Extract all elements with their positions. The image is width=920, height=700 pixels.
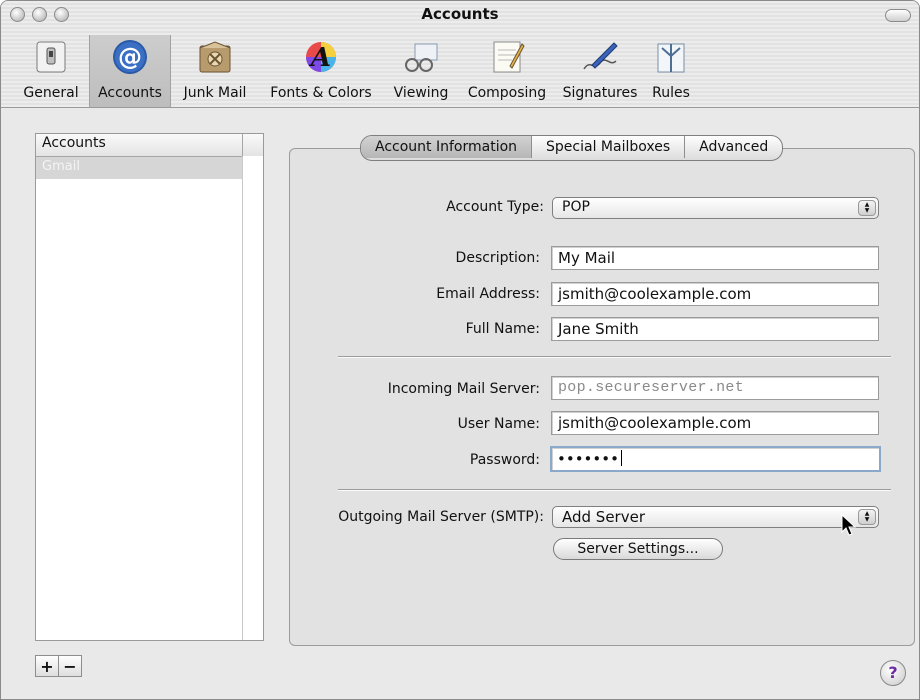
svg-text:A: A xyxy=(308,43,331,73)
account-type-label: Account Type: xyxy=(446,199,544,215)
email-address-field[interactable]: jsmith@coolexample.com xyxy=(551,282,879,306)
rules-icon xyxy=(651,37,691,77)
toolbar-accounts[interactable]: @ Accounts xyxy=(89,35,171,107)
section-divider xyxy=(338,356,891,358)
color-font-icon: A xyxy=(301,37,341,77)
outgoing-server-label: Outgoing Mail Server (SMTP): xyxy=(338,509,544,525)
incoming-server-label: Incoming Mail Server: xyxy=(387,381,540,397)
toolbar-general[interactable]: General xyxy=(13,35,89,107)
window-title: Accounts xyxy=(421,5,499,23)
preferences-window: Accounts General @ Accounts Junk Mail A … xyxy=(0,0,920,700)
switch-icon xyxy=(31,37,71,77)
toolbar-signatures[interactable]: Signatures xyxy=(555,35,645,107)
toolbar-rules[interactable]: Rules xyxy=(645,35,697,107)
junk-mail-icon xyxy=(195,37,235,77)
server-settings-button[interactable]: Server Settings... xyxy=(553,538,723,560)
description-label: Description: xyxy=(455,250,540,266)
svg-text:@: @ xyxy=(118,43,142,71)
pencil-pad-icon xyxy=(487,37,527,77)
full-name-field[interactable]: Jane Smith xyxy=(551,317,879,341)
tab-advanced[interactable]: Advanced xyxy=(684,136,782,158)
select-arrows-icon: ▲ ▼ xyxy=(858,200,876,216)
password-field[interactable]: ••••••• xyxy=(550,446,881,472)
pen-signature-icon xyxy=(580,37,620,77)
help-button[interactable]: ? xyxy=(880,660,906,686)
select-arrows-icon: ▲ ▼ xyxy=(858,509,876,525)
account-type-select[interactable]: POP ▲ ▼ xyxy=(552,197,879,219)
remove-account-button[interactable]: − xyxy=(59,655,82,677)
glasses-icon xyxy=(401,37,441,77)
user-name-label: User Name: xyxy=(457,416,540,432)
section-divider xyxy=(338,489,891,491)
toolbar-viewing[interactable]: Viewing xyxy=(383,35,459,107)
at-icon: @ xyxy=(110,37,150,77)
accounts-list[interactable]: Accounts Gmail xyxy=(35,133,264,641)
mouse-pointer-icon xyxy=(841,513,857,542)
settings-tabs: Account Information Special Mailboxes Ad… xyxy=(360,135,784,161)
accounts-list-scrollbar[interactable] xyxy=(242,156,263,640)
accounts-list-header[interactable]: Accounts xyxy=(36,134,263,157)
outgoing-server-select[interactable]: Add Server ▲ ▼ xyxy=(552,506,879,528)
incoming-server-field[interactable]: pop.secureserver.net xyxy=(551,376,879,400)
preferences-toolbar: General @ Accounts Junk Mail A Fonts & C… xyxy=(13,35,697,107)
email-address-label: Email Address: xyxy=(436,286,540,302)
tab-account-information[interactable]: Account Information xyxy=(361,136,532,158)
text-caret xyxy=(620,450,622,466)
full-name-label: Full Name: xyxy=(465,321,540,337)
title-bar: Accounts General @ Accounts Junk Mail A … xyxy=(1,1,919,108)
user-name-field[interactable]: jsmith@coolexample.com xyxy=(551,411,879,435)
add-remove-controls: + − xyxy=(35,655,82,677)
toolbar-junk-mail[interactable]: Junk Mail xyxy=(171,35,259,107)
list-item[interactable]: Gmail xyxy=(36,157,243,179)
toolbar-composing[interactable]: Composing xyxy=(459,35,555,107)
toolbar-toggle-button[interactable] xyxy=(885,9,911,22)
add-account-button[interactable]: + xyxy=(35,655,59,677)
description-field[interactable]: My Mail xyxy=(551,246,879,270)
toolbar-fonts-colors[interactable]: A Fonts & Colors xyxy=(259,35,383,107)
tab-special-mailboxes[interactable]: Special Mailboxes xyxy=(531,136,684,158)
password-label: Password: xyxy=(469,452,540,468)
